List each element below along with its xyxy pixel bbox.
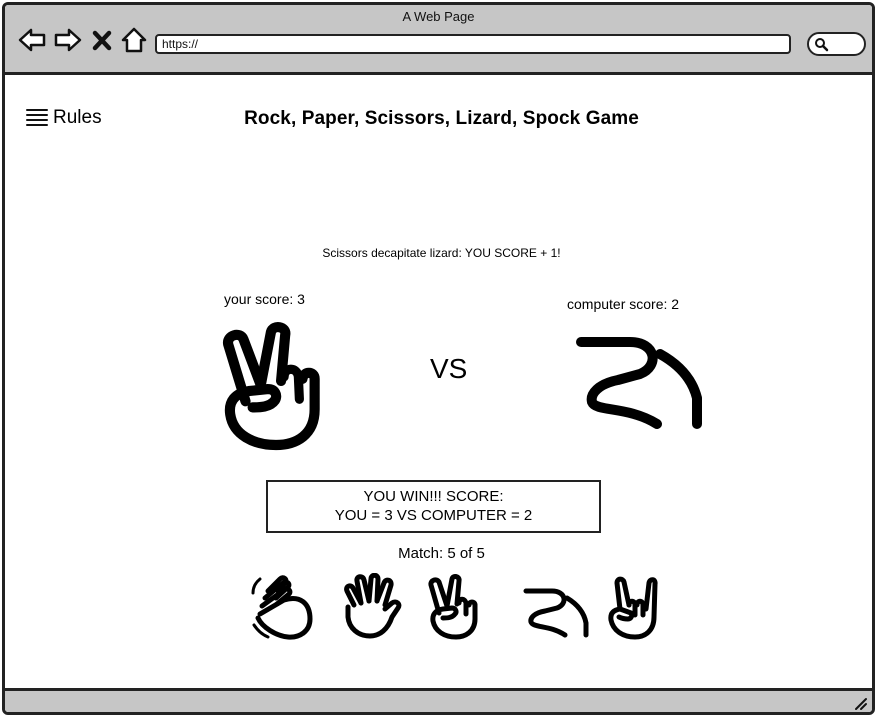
back-arrow-icon[interactable] [17, 25, 47, 55]
computer-score: computer score: 2 [567, 296, 680, 312]
status-bar [5, 688, 872, 712]
resize-grip-icon[interactable] [852, 695, 868, 711]
scissors-hand-icon [428, 574, 478, 640]
search-icon [815, 38, 829, 52]
search-field[interactable] [807, 32, 866, 56]
close-x-icon[interactable] [91, 25, 113, 55]
summary-line-1: YOU WIN!!! SCORE: [363, 488, 504, 505]
choice-rock-button[interactable] [248, 573, 314, 641]
home-icon[interactable] [119, 25, 149, 55]
paper-hand-icon [344, 572, 402, 639]
player-choice-scissors-icon [215, 317, 337, 451]
url-input[interactable]: https:// [155, 34, 791, 54]
lizard-hand-icon [523, 588, 589, 638]
choice-spock-button[interactable] [602, 573, 668, 641]
player-score: your score: 3 [224, 291, 305, 307]
browser-window: A Web Page https:// Rules Rock, Paper, S… [2, 2, 875, 715]
window-title: A Web Page [402, 9, 475, 24]
computer-choice-lizard-icon [570, 332, 705, 432]
summary-line-2: YOU = 3 VS COMPUTER = 2 [334, 507, 533, 524]
page-title: Rock, Paper, Scissors, Lizard, Spock Gam… [244, 108, 639, 129]
round-result-message: Scissors decapitate lizard: YOU SCORE + … [322, 246, 561, 260]
forward-arrow-icon[interactable] [53, 25, 83, 55]
match-counter: Match: 5 of 5 [398, 545, 485, 562]
vs-label: VS [430, 353, 468, 384]
choice-paper-button[interactable] [340, 572, 406, 641]
choice-lizard-button[interactable] [519, 573, 591, 641]
game-summary-box: YOU WIN!!! SCORE: YOU = 3 VS COMPUTER = … [266, 480, 601, 533]
rock-hand-icon [251, 575, 313, 640]
browser-chrome: A Web Page https:// [5, 5, 872, 75]
spock-hand-icon [608, 576, 658, 640]
choice-scissors-button[interactable] [423, 573, 489, 641]
